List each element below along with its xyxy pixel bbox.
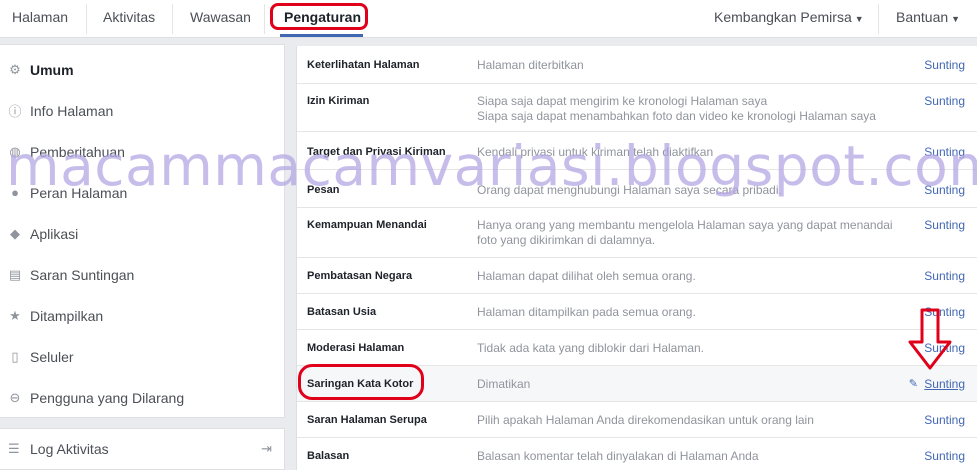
- setting-row[interactable]: Keterlihatan Halaman Halaman diterbitkan…: [297, 46, 977, 84]
- setting-label: Moderasi Halaman: [307, 342, 405, 354]
- page-nav-bar: Halaman Aktivitas Wawasan Pengaturan Kem…: [0, 0, 977, 38]
- sidebar-item-saran-suntingan[interactable]: ▤ Saran Suntingan: [0, 254, 283, 295]
- nav-divider: [264, 4, 265, 34]
- edit-link[interactable]: Sunting: [924, 145, 965, 159]
- edit-link[interactable]: Sunting: [924, 218, 965, 232]
- pencil-icon: ✎: [908, 378, 918, 390]
- setting-value: Halaman ditampilkan pada semua orang.: [477, 305, 696, 319]
- nav-divider: [172, 4, 173, 34]
- star-icon: ★: [9, 307, 21, 323]
- sidebar-item-label: Pemberitahuan: [30, 143, 125, 160]
- setting-label: Target dan Privasi Kiriman: [307, 146, 446, 158]
- active-tab-underline: [280, 34, 363, 37]
- phone-icon: ▯: [11, 348, 19, 364]
- sidebar-item-info-halaman[interactable]: ⓘ Info Halaman: [0, 90, 283, 131]
- setting-row[interactable]: Pesan Orang dapat menghubungi Halaman sa…: [297, 170, 977, 208]
- sidebar-item-log-aktivitas[interactable]: ☰ Log Aktivitas ⇥: [0, 428, 285, 470]
- setting-label: Keterlihatan Halaman: [307, 59, 420, 71]
- setting-label: Batasan Usia: [307, 306, 377, 318]
- setting-row[interactable]: Moderasi Halaman Tidak ada kata yang dib…: [297, 330, 977, 366]
- setting-label: Izin Kiriman: [307, 95, 370, 107]
- setting-label: Kemampuan Menandai: [307, 219, 427, 231]
- setting-value: Orang dapat menghubungi Halaman saya sec…: [477, 183, 782, 197]
- sidebar-item-aplikasi[interactable]: ◆ Aplikasi: [0, 213, 283, 254]
- settings-sidebar: ⚙ Umum ⓘ Info Halaman ◍ Pemberitahuan ● …: [0, 44, 285, 418]
- setting-row[interactable]: Balasan Balasan komentar telah dinyalaka…: [297, 438, 977, 470]
- setting-value: Siapa saja dapat mengirim ke kronologi H…: [477, 94, 768, 108]
- setting-value: Balasan komentar telah dinyalakan di Hal…: [477, 449, 759, 463]
- tab-aktivitas[interactable]: Aktivitas: [103, 0, 155, 38]
- edit-link[interactable]: Sunting: [924, 449, 965, 463]
- setting-value: Siapa saja dapat menambahkan foto dan vi…: [477, 109, 876, 123]
- setting-value: Hanya orang yang membantu mengelola Hala…: [477, 218, 893, 232]
- edit-link[interactable]: Sunting: [924, 183, 965, 197]
- setting-value: foto yang dikirimkan di dalamnya.: [477, 233, 656, 247]
- setting-row[interactable]: Izin Kiriman Siapa saja dapat mengirim k…: [297, 84, 977, 132]
- setting-row[interactable]: Kemampuan Menandai Hanya orang yang memb…: [297, 208, 977, 258]
- setting-label: Pesan: [307, 184, 340, 196]
- setting-value: Dimatikan: [477, 377, 531, 391]
- setting-value: Halaman dapat dilihat oleh semua orang.: [477, 269, 696, 283]
- sidebar-item-label: Ditampilkan: [30, 307, 104, 324]
- setting-row[interactable]: Saran Halaman Serupa Pilih apakah Halama…: [297, 402, 977, 438]
- setting-value: Pilih apakah Halaman Anda direkomendasik…: [477, 413, 814, 427]
- setting-row[interactable]: Batasan Usia Halaman ditampilkan pada se…: [297, 294, 977, 330]
- grow-audience-label: Kembangkan Pemirsa: [714, 9, 852, 25]
- list-icon: ☰: [8, 441, 20, 456]
- setting-value: Tidak ada kata yang diblokir dari Halama…: [477, 341, 705, 355]
- setting-value: Halaman diterbitkan: [477, 58, 584, 72]
- edit-link[interactable]: Sunting: [924, 269, 965, 283]
- sidebar-item-seluler[interactable]: ▯ Seluler: [0, 336, 283, 377]
- sidebar-item-pengguna-dilarang[interactable]: ⊖ Pengguna yang Dilarang: [0, 377, 283, 418]
- help-menu[interactable]: Bantuan ▼: [896, 0, 960, 38]
- highlight-annotation: [298, 364, 424, 400]
- help-label: Bantuan: [896, 9, 949, 25]
- setting-label: Balasan: [307, 450, 350, 462]
- setting-value: Kendali privasi untuk kiriman telah diak…: [477, 145, 714, 159]
- sidebar-item-ditampilkan[interactable]: ★ Ditampilkan: [0, 295, 283, 336]
- info-icon: ⓘ: [8, 104, 22, 119]
- setting-label: Saran Halaman Serupa: [307, 414, 427, 426]
- cube-icon: ◆: [10, 225, 20, 241]
- person-icon: ●: [11, 185, 19, 200]
- setting-row[interactable]: Pembatasan Negara Halaman dapat dilihat …: [297, 258, 977, 294]
- globe-icon: ◍: [9, 143, 21, 159]
- nav-divider: [878, 4, 879, 34]
- sidebar-item-label: Log Aktivitas: [30, 441, 109, 457]
- edit-link[interactable]: Sunting: [924, 94, 965, 108]
- sidebar-item-label: Aplikasi: [30, 225, 79, 242]
- tab-wawasan[interactable]: Wawasan: [190, 0, 251, 38]
- caret-down-icon: ▼: [854, 14, 864, 24]
- tab-halaman[interactable]: Halaman: [12, 0, 68, 38]
- edit-link[interactable]: Sunting: [924, 413, 965, 427]
- open-link-icon[interactable]: ⇥: [261, 441, 272, 457]
- edit-link[interactable]: Sunting: [924, 377, 965, 391]
- nav-divider: [86, 4, 87, 34]
- sidebar-item-label: Saran Suntingan: [30, 266, 135, 283]
- sidebar-item-peran-halaman[interactable]: ● Peran Halaman: [0, 172, 283, 213]
- arrow-down-icon: [908, 308, 952, 370]
- settings-list: Keterlihatan Halaman Halaman diterbitkan…: [296, 46, 977, 470]
- store-icon: ▤: [8, 266, 22, 282]
- sidebar-item-label: Umum: [30, 61, 74, 78]
- sidebar-item-label: Info Halaman: [30, 102, 114, 119]
- sidebar-item-umum[interactable]: ⚙ Umum: [0, 49, 283, 90]
- grow-audience-menu[interactable]: Kembangkan Pemirsa ▼: [714, 0, 864, 38]
- highlight-annotation: [270, 3, 368, 30]
- sidebar-item-label: Peran Halaman: [30, 184, 128, 201]
- gear-icon: ⚙: [9, 61, 21, 77]
- ban-icon: ⊖: [9, 389, 21, 405]
- setting-label: Pembatasan Negara: [307, 270, 413, 282]
- edit-link[interactable]: Sunting: [924, 58, 965, 72]
- sidebar-item-label: Seluler: [30, 348, 74, 365]
- caret-down-icon: ▼: [951, 14, 961, 24]
- setting-row[interactable]: Target dan Privasi Kiriman Kendali priva…: [297, 132, 977, 170]
- sidebar-item-label: Pengguna yang Dilarang: [30, 389, 185, 406]
- sidebar-item-pemberitahuan[interactable]: ◍ Pemberitahuan: [0, 131, 283, 172]
